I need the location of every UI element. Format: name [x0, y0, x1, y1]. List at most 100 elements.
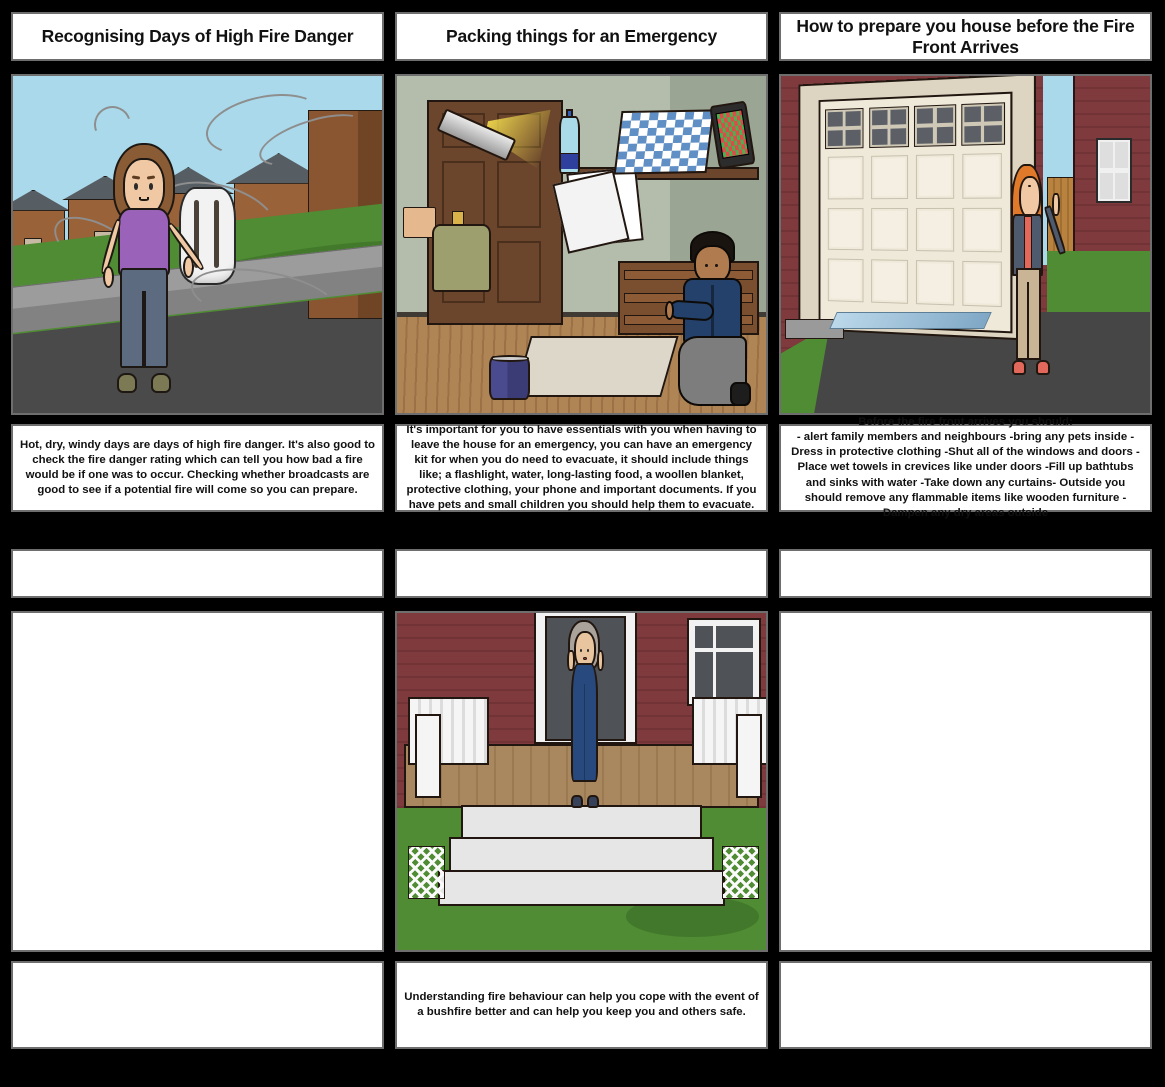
protective-jacket	[432, 224, 491, 291]
cell-caption-4[interactable]	[11, 961, 384, 1049]
cell-title-2[interactable]: Packing things for an Emergency	[395, 12, 768, 61]
character-boy-packing	[672, 231, 753, 406]
face	[123, 158, 165, 215]
cell-caption-5-text: Understanding fire behaviour can help yo…	[403, 990, 760, 1020]
eye	[149, 183, 153, 189]
cell-title-2-text: Packing things for an Emergency	[446, 26, 717, 46]
garage-panel	[828, 156, 864, 199]
door-panel	[497, 161, 541, 228]
shoe	[117, 373, 137, 393]
cell-title-4[interactable]	[11, 549, 384, 598]
tinned-food-can	[489, 356, 530, 400]
cell-illustration-2[interactable]	[395, 74, 768, 415]
garage-panel	[828, 208, 864, 251]
light-switch-icon	[403, 207, 436, 237]
garage-panel	[871, 260, 908, 304]
scene-garage-exterior	[781, 76, 1150, 413]
garage-window	[963, 104, 1004, 145]
eye	[587, 649, 589, 652]
important-documents	[567, 167, 644, 248]
cell-title-3[interactable]: How to prepare you house before the Fire…	[779, 12, 1152, 61]
eye	[580, 649, 582, 652]
garage-panel	[871, 208, 908, 251]
cell-illustration-5[interactable]	[395, 611, 768, 952]
can-lid	[491, 355, 529, 361]
trousers	[1016, 268, 1041, 360]
shoe	[1036, 360, 1050, 375]
cell-title-3-text: How to prepare you house before the Fire…	[789, 16, 1142, 57]
garage-panel	[962, 153, 1002, 198]
bottle-label	[561, 153, 577, 169]
hand	[183, 256, 194, 278]
step	[438, 870, 726, 906]
water-bottle	[559, 116, 579, 173]
garage-window	[916, 106, 956, 146]
shoe	[571, 795, 583, 808]
cell-illustration-4[interactable]	[11, 611, 384, 952]
cell-caption-5[interactable]: Understanding fire behaviour can help yo…	[395, 961, 768, 1049]
dampened-driveway-water	[829, 312, 991, 329]
lattice-panel	[408, 846, 445, 900]
cell-title-1-text: Recognising Days of High Fire Danger	[42, 26, 354, 46]
cell-caption-3[interactable]: Before the fire front arrives you should…	[779, 424, 1152, 512]
cell-caption-3-text: Before the fire front arrives you should…	[787, 415, 1144, 521]
garage-panel	[916, 154, 954, 198]
garage-panel	[871, 155, 908, 199]
character-elderly-woman	[563, 620, 607, 809]
jeans	[120, 268, 168, 368]
floor-rug	[514, 336, 679, 397]
garage-panel	[916, 261, 954, 306]
garage-panel	[916, 208, 954, 252]
mouth	[1028, 185, 1031, 187]
hand	[1052, 193, 1060, 216]
phone-screen	[716, 109, 750, 158]
purple-top	[118, 208, 171, 275]
scene-elderly-woman-porch	[397, 613, 766, 950]
character-woman-preparing-house	[1006, 164, 1054, 373]
eyebrow	[131, 176, 139, 180]
scene-packing-emergency-kit	[397, 76, 766, 413]
character-woman-windy-day	[102, 143, 187, 392]
cell-title-6[interactable]	[779, 549, 1152, 598]
eye	[134, 183, 138, 189]
garage-panel-row	[828, 259, 1002, 307]
porch-post	[736, 714, 762, 798]
porch-post	[415, 714, 441, 798]
cell-caption-1[interactable]: Hot, dry, windy days are days of high fi…	[11, 424, 384, 512]
cell-title-5[interactable]	[395, 549, 768, 598]
storyboard-grid: Recognising Days of High Fire Danger Pac…	[0, 0, 1165, 1087]
cell-caption-2[interactable]: It's important for you to have essential…	[395, 424, 768, 512]
garage-window	[870, 108, 908, 148]
shoe	[587, 795, 599, 808]
face	[1019, 176, 1041, 218]
cell-caption-1-text: Hot, dry, windy days are days of high fi…	[19, 438, 376, 499]
cell-illustration-1[interactable]	[11, 74, 384, 415]
shoe	[1012, 360, 1026, 375]
garage-panel	[828, 259, 864, 302]
window	[689, 620, 759, 704]
woollen-blanket	[614, 109, 715, 174]
cell-caption-6[interactable]	[779, 961, 1152, 1049]
step	[449, 837, 714, 873]
garage-panel	[962, 261, 1002, 307]
hand	[597, 650, 604, 671]
cell-title-1[interactable]: Recognising Days of High Fire Danger	[11, 12, 384, 61]
garage-panel	[962, 208, 1002, 253]
mouth	[583, 657, 587, 660]
house-roof	[13, 190, 70, 211]
door-panel	[497, 241, 541, 303]
arm	[668, 300, 715, 322]
porch-steps	[438, 805, 726, 906]
hand	[103, 266, 114, 288]
garage-door	[819, 92, 1012, 333]
window	[1098, 140, 1129, 201]
cell-illustration-3[interactable]	[779, 74, 1152, 415]
lattice-panel	[722, 846, 759, 900]
shirt	[1024, 216, 1032, 275]
shoe	[151, 373, 171, 393]
blue-dress	[571, 663, 598, 782]
cell-illustration-6[interactable]	[779, 611, 1152, 952]
scene-windy-suburban-street	[13, 76, 382, 413]
mouth	[139, 197, 149, 201]
eye	[715, 264, 718, 268]
